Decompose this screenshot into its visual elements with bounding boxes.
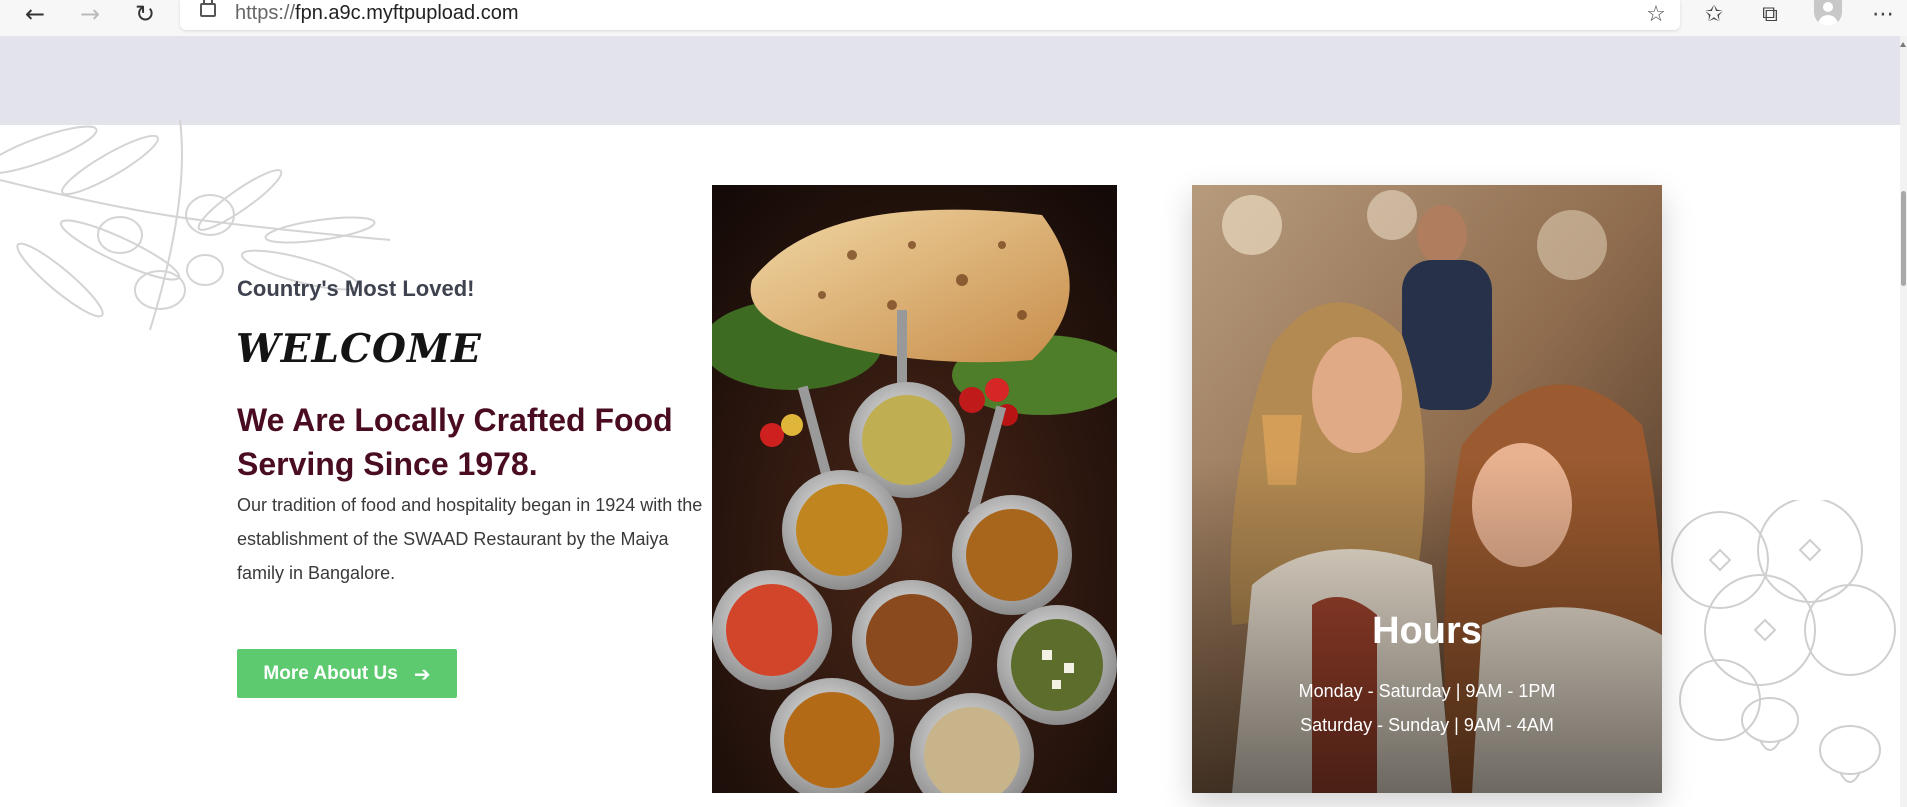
hours-weekdays: Monday - Saturday | 9AM - 1PM bbox=[1298, 681, 1556, 701]
forward-button[interactable]: → bbox=[70, 0, 110, 28]
hours-weekend: Saturday - Sunday | 9AM - 4AM bbox=[1300, 715, 1554, 735]
more-button[interactable]: ⋯ bbox=[1863, 0, 1903, 28]
reload-button[interactable]: ↻ bbox=[125, 0, 165, 28]
url-text[interactable]: https://fpn.a9c.myftpupload.com bbox=[235, 0, 519, 26]
lock-icon bbox=[200, 0, 216, 17]
site-header-band bbox=[0, 36, 1900, 125]
favorites-button[interactable]: ✩ bbox=[1694, 0, 1734, 28]
food-photo bbox=[712, 185, 1117, 793]
ellipsis-icon: ⋯ bbox=[1872, 1, 1894, 27]
page-scrollbar[interactable] bbox=[1900, 36, 1907, 807]
collections-icon: ⧉ bbox=[1762, 1, 1778, 27]
more-about-us-button[interactable]: More About Us ➔ bbox=[237, 649, 457, 698]
about-headline: We Are Locally Crafted Food Serving Sinc… bbox=[237, 402, 673, 482]
browser-toolbar: ← → ↻ https://fpn.a9c.myftpupload.com ☆ … bbox=[0, 0, 1907, 37]
cta-label: More About Us bbox=[263, 662, 398, 684]
vegetables-sketch-decoration bbox=[1671, 500, 1896, 783]
arrow-right-icon: → bbox=[79, 0, 101, 28]
about-subtitle: Country's Most Loved! bbox=[237, 276, 475, 301]
add-favorite-button[interactable]: ☆ bbox=[1636, 0, 1676, 28]
hours-card: Hours Monday - Saturday | 9AM - 1PM Satu… bbox=[1192, 185, 1662, 793]
url-scheme: https:// bbox=[235, 2, 296, 24]
arrow-right-icon: ➔ bbox=[413, 661, 431, 686]
back-button[interactable]: ← bbox=[15, 0, 55, 28]
arrow-left-icon: ← bbox=[24, 0, 46, 28]
scroll-thumb[interactable] bbox=[1901, 191, 1906, 286]
address-bar[interactable]: https://fpn.a9c.myftpupload.com ☆ bbox=[180, 0, 1680, 30]
profile-avatar[interactable] bbox=[1814, 0, 1842, 26]
about-description: Our tradition of food and hospitality be… bbox=[237, 495, 703, 583]
reload-icon: ↻ bbox=[134, 0, 156, 28]
favorites-list-icon: ✩ bbox=[1704, 1, 1724, 27]
collections-button[interactable]: ⧉ bbox=[1750, 0, 1790, 28]
hours-title: Hours bbox=[1372, 610, 1482, 652]
star-plus-icon: ☆ bbox=[1646, 1, 1666, 27]
scroll-up-arrow[interactable] bbox=[1900, 42, 1906, 47]
olive-branch-decoration bbox=[0, 120, 391, 331]
welcome-heading: WELCOME bbox=[236, 326, 482, 372]
url-host: fpn.a9c.myftpupload.com bbox=[295, 2, 519, 24]
